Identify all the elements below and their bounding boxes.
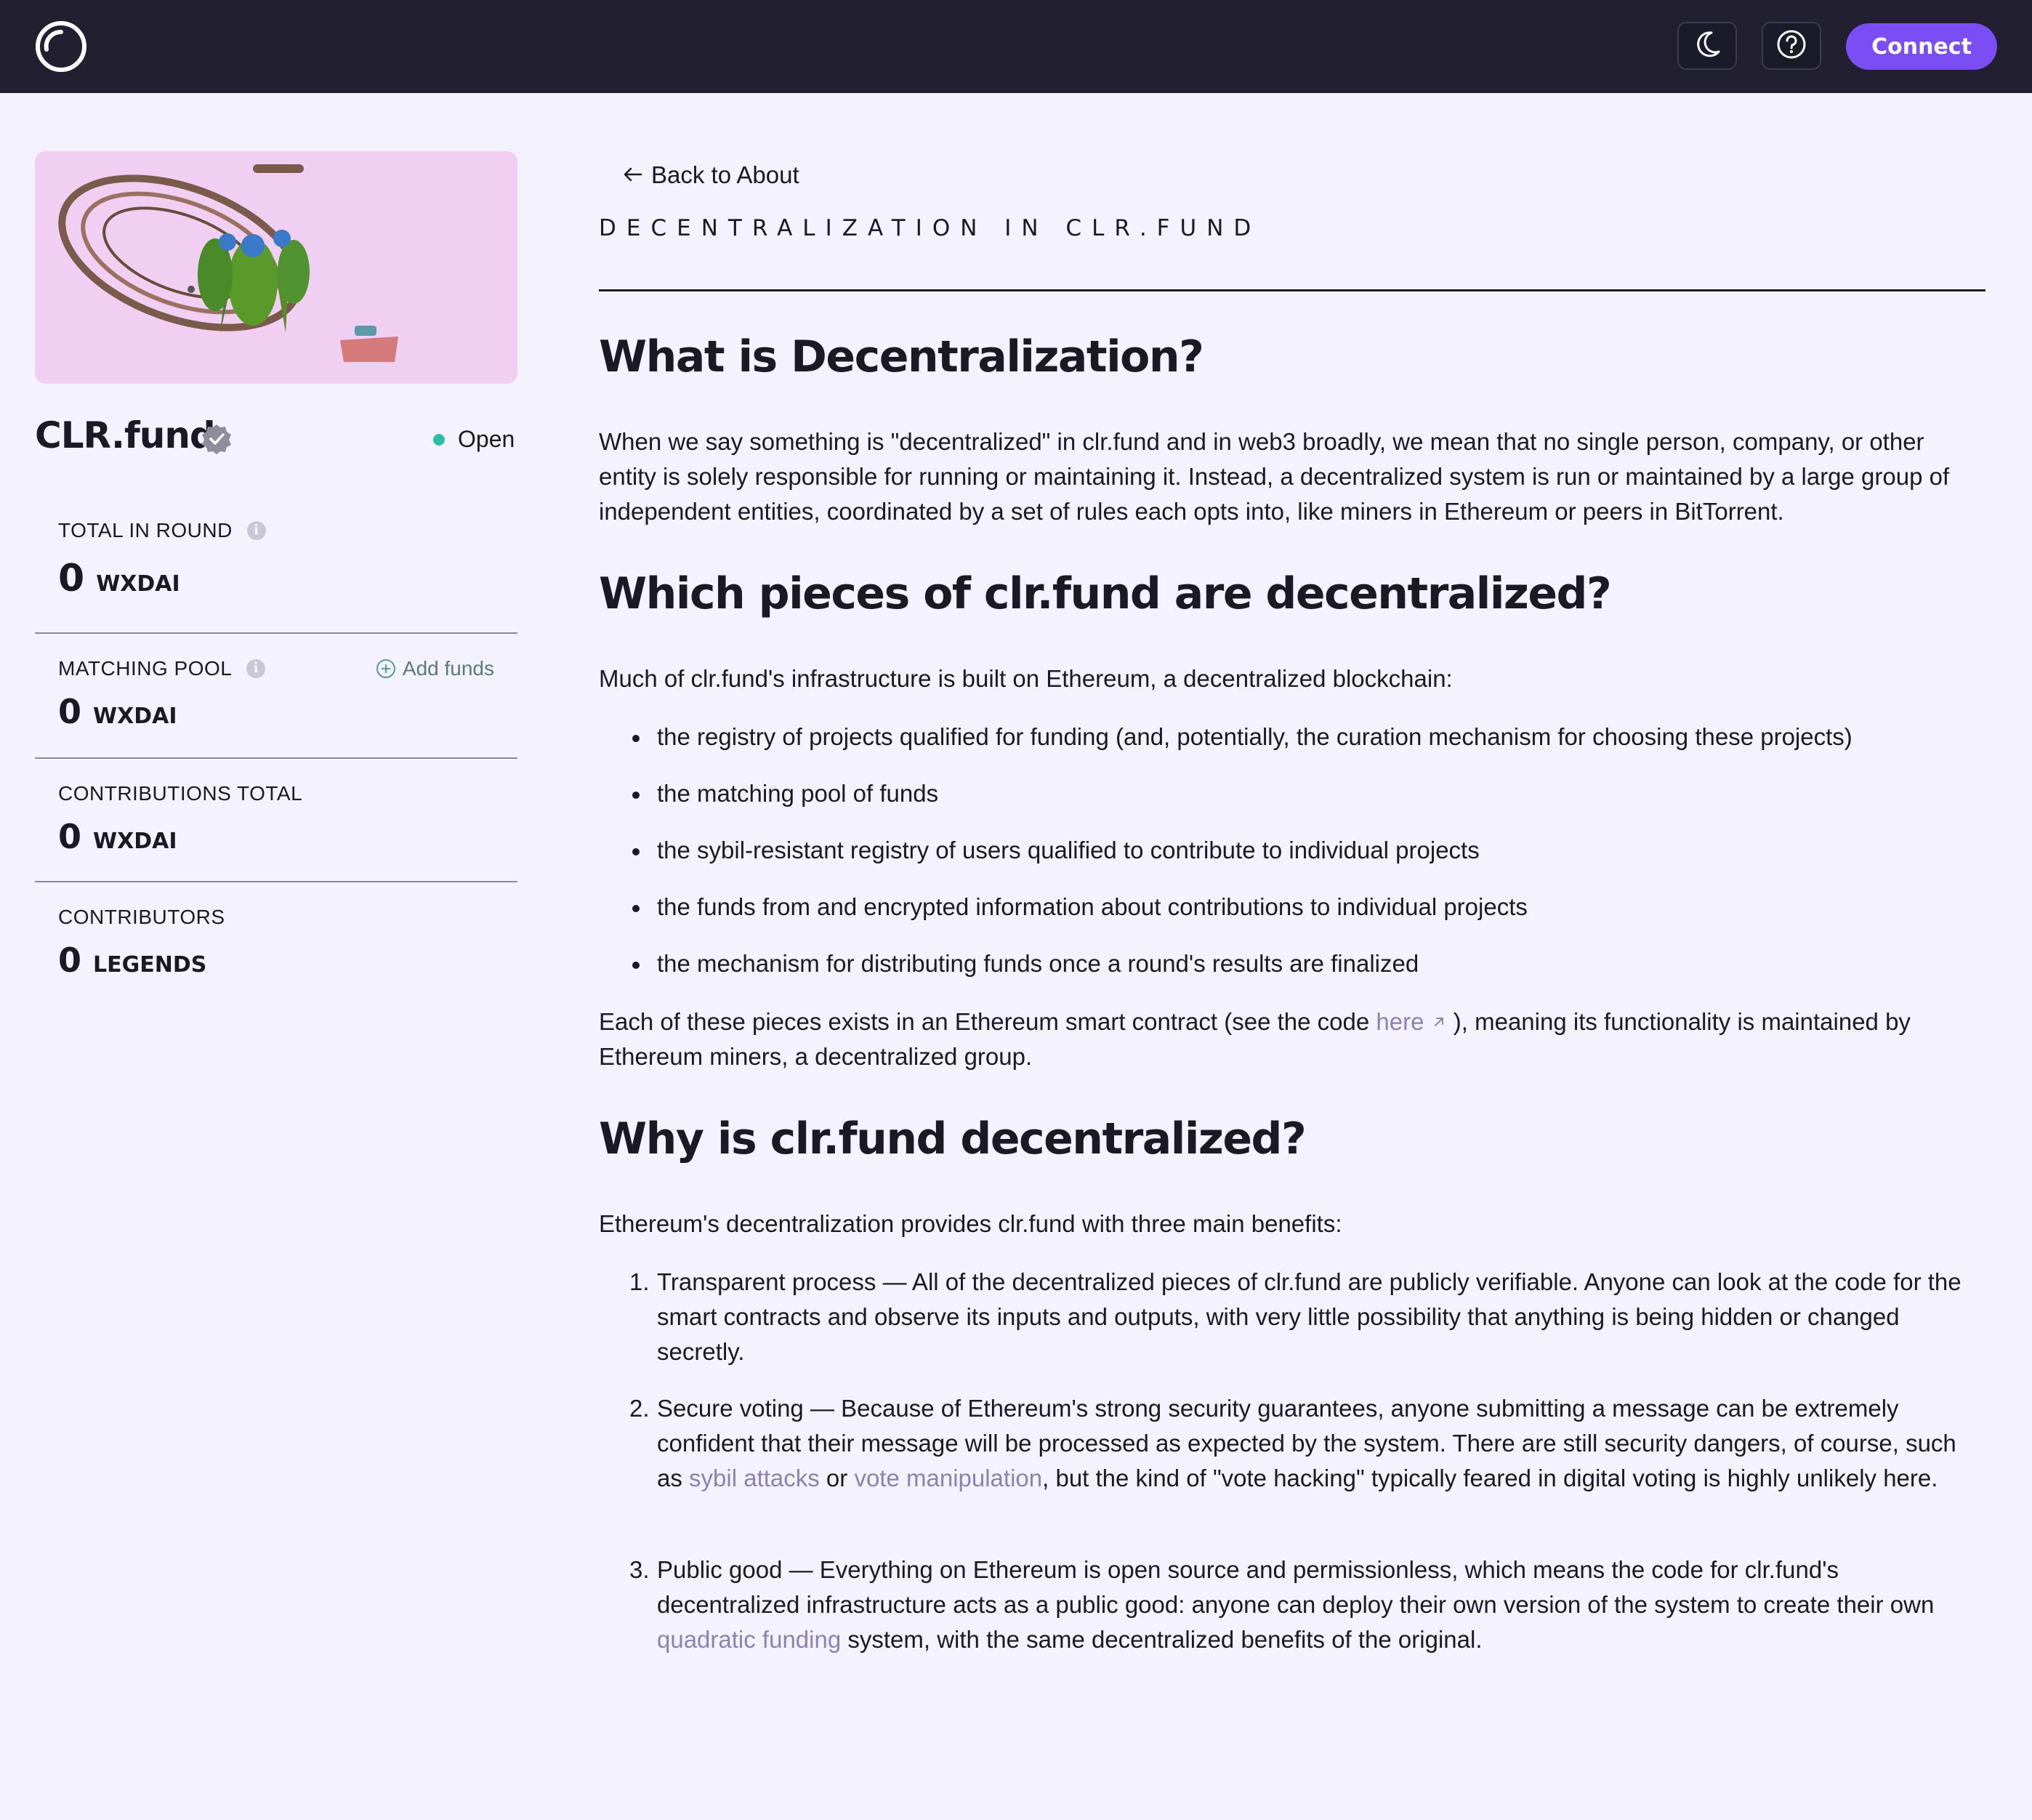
vote-manipulation-link[interactable]: vote manipulation [854, 1465, 1042, 1491]
bullet-icon [632, 848, 640, 855]
bullet-icon [632, 735, 640, 742]
list-number: 1. [629, 1268, 650, 1295]
stat-unit: LEGENDS [93, 952, 207, 978]
help-button[interactable] [1762, 22, 1821, 70]
divider [35, 632, 517, 634]
page-eyebrow: DECENTRALIZATION IN CLR.FUND [599, 215, 1262, 241]
stat-value: 0 [58, 557, 85, 600]
help-icon [1776, 29, 1807, 63]
stat-unit: WXDAI [93, 829, 177, 854]
list-item: the mechanism for distributing funds onc… [657, 950, 1419, 977]
divider [599, 289, 1985, 291]
heading-what-is-decentralization: What is Decentralization? [599, 331, 1204, 382]
top-navbar: Connect [0, 0, 2032, 93]
text-segment: Public good — Everything on Ethereum is … [657, 1556, 1935, 1618]
round-title: CLR.fund [35, 414, 216, 456]
bullet-icon [632, 792, 640, 799]
here-link[interactable]: here [1376, 1008, 1446, 1035]
bullet-icon [632, 905, 640, 912]
status-dot-icon [433, 433, 445, 446]
quadratic-funding-link[interactable]: quadratic funding [657, 1626, 841, 1653]
moon-icon [1693, 30, 1722, 63]
stat-label: TOTAL IN ROUND [58, 519, 233, 541]
back-to-about-link[interactable]: Back to About [622, 161, 799, 189]
text-segment: or [819, 1465, 855, 1491]
arrow-left-icon [622, 161, 642, 189]
back-label: Back to About [651, 161, 799, 188]
external-link-icon [1431, 1008, 1447, 1035]
round-status: Open [433, 426, 515, 453]
round-sidebar [35, 151, 517, 384]
stat-value: 0 [58, 817, 82, 856]
stat-value: 0 [58, 941, 82, 980]
text-segment: system, with the same decentralized bene… [841, 1626, 1483, 1653]
stat-label: CONTRIBUTIONS TOTAL [58, 782, 303, 805]
status-label: Open [458, 426, 515, 452]
heading-which-pieces: Which pieces of clr.fund are decentraliz… [599, 568, 1612, 619]
theme-toggle-button[interactable] [1677, 22, 1737, 70]
list-item: the funds from and encrypted information… [657, 893, 1528, 920]
paragraph: Ethereum's decentralization provides clr… [599, 1210, 1342, 1237]
list-item: the registry of projects qualified for f… [657, 723, 1852, 750]
stat-value: 0 [58, 692, 82, 731]
ordered-list-item: Secure voting — Because of Ethereum's st… [657, 1391, 1980, 1496]
divider [35, 757, 517, 759]
stat-label: MATCHING POOL [58, 657, 233, 680]
divider [35, 881, 517, 882]
link-label: here [1376, 1008, 1424, 1035]
ordered-list-item: Public good — Everything on Ethereum is … [657, 1553, 1980, 1657]
add-circle-icon [376, 659, 395, 678]
ordered-list-item: Transparent process — All of the decentr… [657, 1268, 1962, 1365]
logo-icon[interactable] [35, 20, 87, 73]
list-item: the matching pool of funds [657, 780, 939, 807]
sybil-attacks-link[interactable]: sybil attacks [689, 1465, 820, 1491]
bullet-icon [632, 962, 640, 969]
text-segment: Each of these pieces exists in an Ethere… [599, 1008, 1376, 1035]
stat-unit: WXDAI [96, 571, 180, 597]
text-segment: , but the kind of "vote hacking" typical… [1042, 1465, 1938, 1491]
heading-why-decentralized: Why is clr.fund decentralized? [599, 1114, 1307, 1164]
info-icon[interactable] [246, 521, 266, 540]
list-number: 2. [629, 1395, 650, 1422]
info-icon[interactable] [246, 659, 266, 678]
list-number: 3. [629, 1556, 650, 1583]
stat-label: CONTRIBUTORS [58, 906, 225, 928]
paragraph: Each of these pieces exists in an Ethere… [599, 1004, 1980, 1074]
paragraph: When we say something is "decentralized"… [599, 428, 1950, 525]
round-hero-image [35, 151, 517, 384]
paragraph: Much of clr.fund's infrastructure is bui… [599, 665, 1453, 692]
stat-unit: WXDAI [93, 704, 177, 729]
connect-button[interactable]: Connect [1846, 23, 1997, 70]
list-item: the sybil-resistant registry of users qu… [657, 837, 1480, 863]
verified-badge-icon [201, 423, 233, 459]
add-funds-label: Add funds [402, 657, 494, 680]
add-funds-button[interactable]: Add funds [376, 657, 494, 680]
